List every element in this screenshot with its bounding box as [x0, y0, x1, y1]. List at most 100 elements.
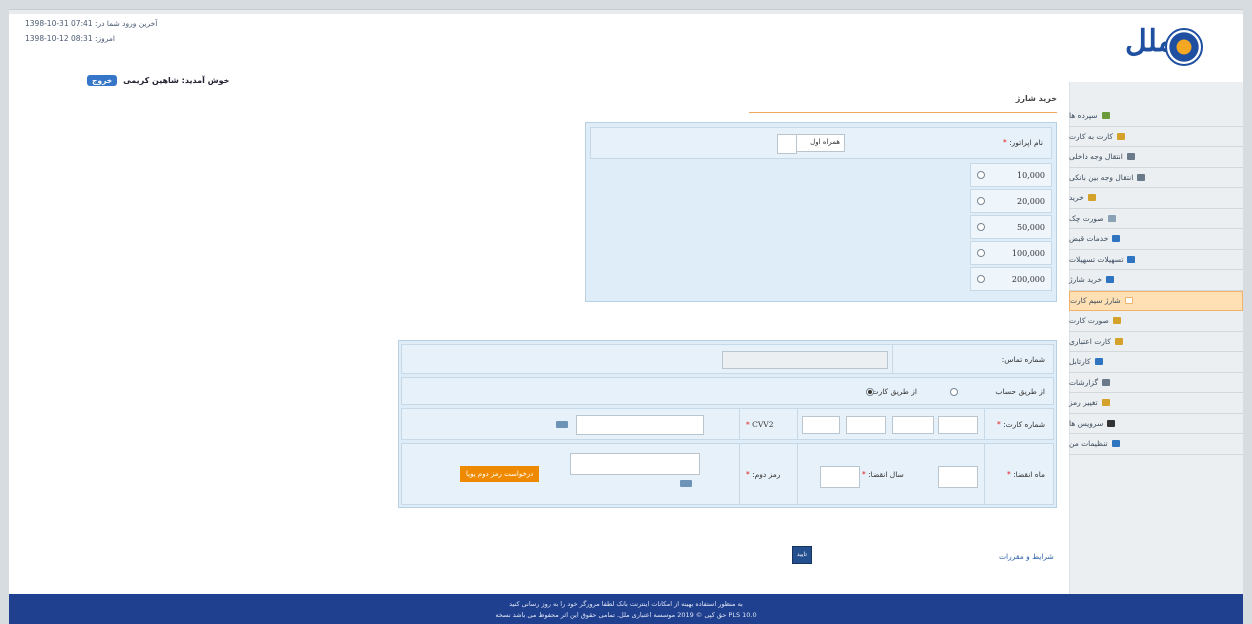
expiry-year-label: سال انقضا: * [862, 470, 904, 479]
credit-card-icon [1114, 337, 1123, 345]
sidebar-item[interactable]: انتقال وجه داخلی [1069, 147, 1243, 168]
amount-option[interactable]: 10,000 [970, 163, 1052, 187]
sidebar-item[interactable]: کارت اعتباری [1069, 332, 1243, 352]
sidebar-item-label: سپرده ها [1069, 111, 1098, 121]
sidebar-item-label: تغییر رمز [1069, 398, 1098, 408]
submit-button[interactable]: تایید [792, 546, 812, 564]
operator-label: نام اپراتور: * [1002, 138, 1043, 147]
sidebar-item-label: انتقال وجه داخلی [1069, 152, 1123, 162]
operator-select[interactable]: همراه اول [777, 134, 845, 154]
method-card-label: از طریق کارت [871, 387, 917, 396]
sidebar-item[interactable]: خدمات قبض [1069, 229, 1243, 250]
settings-icon [1111, 440, 1120, 448]
sidebar-item[interactable]: تسهیلات تسهیلات [1069, 250, 1243, 270]
amount-radio[interactable] [977, 197, 985, 205]
cvv2-input[interactable] [576, 415, 704, 435]
service-icon [1107, 419, 1116, 427]
card-part-4-input[interactable] [938, 416, 978, 434]
sidebar-item[interactable]: کارتابل [1069, 352, 1243, 373]
sidebar-item[interactable]: شارژ سیم کارت [1069, 290, 1243, 311]
request-dynamic-password-button[interactable]: درخواست رمز دوم پویا [460, 466, 540, 482]
method-account-label: از طریق حساب [995, 387, 1045, 396]
report-icon [1102, 378, 1111, 386]
last-login-text: 1398-10-31 07:41 :آخرین ورود شما در [25, 19, 158, 28]
sidebar-item-label: خدمات قبض [1069, 234, 1109, 244]
sidebar-item[interactable]: خرید [1069, 188, 1243, 209]
sidebar-item[interactable]: خرید شارژ [1069, 270, 1243, 291]
keyboard-icon[interactable] [680, 480, 692, 487]
card-part-2-input[interactable] [846, 416, 886, 434]
card-row: شماره کارت: * CVV2 * [401, 408, 1054, 440]
sidebar-item-label: کارتابل [1069, 357, 1091, 367]
sidebar-item[interactable]: صورت کارت [1069, 311, 1243, 332]
password-input[interactable] [570, 453, 700, 475]
password-label: رمز دوم: * [746, 470, 781, 479]
mobile-number-input[interactable] [722, 351, 888, 369]
sidebar-item-label: خرید [1069, 193, 1084, 203]
keyboard-icon[interactable] [556, 421, 568, 428]
card-part-1-input[interactable] [802, 416, 840, 434]
deposit-icon [1101, 112, 1110, 120]
sidebar-item-label: خرید شارژ [1069, 275, 1102, 285]
method-account-radio[interactable] [950, 388, 958, 396]
sidebar-item[interactable]: انتقال وجه بین بانکی [1069, 168, 1243, 188]
footer-line-1: به منظور استفاده بهینه از امکانات اینترن… [509, 600, 743, 608]
expiry-month-input[interactable] [938, 466, 978, 488]
method-card-radio[interactable] [866, 388, 874, 396]
amount-radio[interactable] [977, 249, 985, 257]
sidebar-item-label: کارت به کارت [1069, 131, 1113, 141]
amount-radio[interactable] [977, 223, 985, 231]
amount-radio[interactable] [977, 171, 985, 179]
sidebar-item-label: صورت چک [1069, 213, 1104, 223]
logo-emblem-icon [1165, 28, 1203, 66]
sidebar-item-label: سرویس ها [1069, 418, 1104, 428]
sidebar-item-label: شارژ سیم کارت [1070, 296, 1121, 306]
sidebar-item[interactable]: تغییر رمز [1069, 393, 1243, 414]
amount-radio[interactable] [977, 275, 985, 283]
sidebar-item-label: صورت کارت [1069, 316, 1109, 326]
welcome-bar: خوش آمدید: شاهین کریمی خروج [87, 75, 229, 86]
amount-option[interactable]: 100,000 [970, 241, 1052, 265]
sidebar: ملل سپرده ها کارت به کارت انتقال وجه داخلی… [1069, 14, 1243, 604]
lock-icon [1101, 399, 1110, 407]
expiry-row: ماه انقضا: * سال انقضا: * رمز دوم: * درخ… [401, 443, 1054, 505]
card-part-3-input[interactable] [892, 416, 934, 434]
sim-icon [1124, 297, 1133, 305]
sidebar-item[interactable]: سپرده ها [1069, 106, 1243, 127]
today-text: 1398-10-12 08:31 :امروز [25, 34, 115, 43]
footer-line-2: حق کپی © 2019 موسسه اعتباری ملل. تمامی ح… [495, 611, 757, 619]
transfer-icon [1126, 153, 1135, 161]
page-title: خرید شارژ [749, 88, 1057, 113]
payment-method-row: از طریق حساب از طریق کارت [401, 377, 1054, 405]
sidebar-item[interactable]: گزارشات [1069, 373, 1243, 393]
session-info: 1398-10-31 07:41 :آخرین ورود شما در 1398… [25, 16, 157, 46]
bill-icon [1112, 235, 1121, 243]
sidebar-item-label: تنظیمات من [1069, 439, 1108, 449]
expiry-year-input[interactable] [820, 466, 860, 488]
amount-options: 10,000 20,000 50,000 100,000 200,000 [970, 163, 1052, 293]
interbank-icon [1137, 173, 1146, 181]
amount-option[interactable]: 200,000 [970, 267, 1052, 291]
sidebar-item[interactable]: صورت چک [1069, 209, 1243, 229]
mobile-label: شماره تماس: [1001, 355, 1045, 364]
cheque-icon [1107, 214, 1116, 222]
payment-panel: شماره تماس: از طریق حساب از طریق کارت شم… [398, 340, 1057, 508]
mobile-row: شماره تماس: [401, 344, 1054, 374]
terms-link[interactable]: شرایط و مقررات [999, 552, 1054, 561]
sidebar-item[interactable]: کارت به کارت [1069, 127, 1243, 147]
sidebar-item-label: کارت اعتباری [1069, 336, 1111, 346]
cartable-icon [1094, 358, 1103, 366]
welcome-text: خوش آمدید: شاهین کریمی [123, 76, 230, 85]
amount-option[interactable]: 50,000 [970, 215, 1052, 239]
sidebar-item[interactable]: تنظیمات من [1069, 434, 1243, 455]
amount-option[interactable]: 20,000 [970, 189, 1052, 213]
expiry-month-label: ماه انقضا: * [1006, 470, 1045, 479]
charge-icon [1106, 276, 1114, 284]
card-number-label: شماره کارت: * [996, 420, 1045, 429]
operator-row: نام اپراتور: * همراه اول [590, 127, 1052, 159]
logout-button[interactable]: خروج [87, 75, 118, 86]
sidebar-item-label: تسهیلات تسهیلات [1069, 254, 1124, 264]
sidebar-item[interactable]: سرویس ها [1069, 414, 1243, 434]
loan-icon [1127, 255, 1136, 263]
top-strip [9, 10, 1243, 14]
